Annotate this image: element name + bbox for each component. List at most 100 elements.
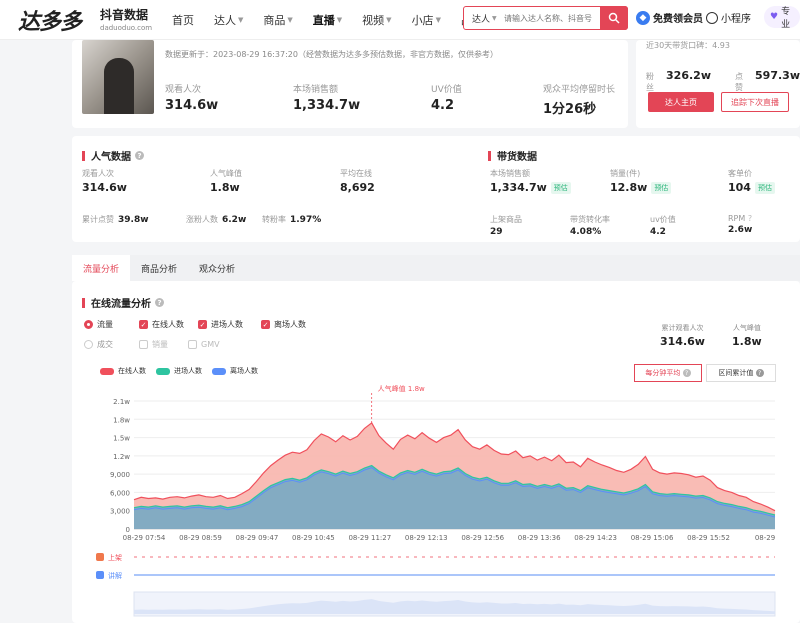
x-tick-label: 08-29 12:13	[405, 534, 448, 542]
x-tick-label: 08-29 08:59	[179, 534, 222, 542]
estimate-tag: 预估	[754, 181, 775, 194]
x-tick-label: 08-29 10:45	[292, 534, 335, 542]
help-icon: ?	[682, 369, 691, 377]
estimate-tag: 预估	[651, 181, 672, 194]
search-input[interactable]	[504, 8, 599, 28]
exit-line	[133, 467, 776, 518]
popularity-title: 人气数据?	[82, 148, 144, 163]
nav-item-1[interactable]: 达人 ▼	[214, 12, 243, 28]
y-tick-label: 0	[126, 526, 130, 534]
streamer-home-button[interactable]: 达人主页	[648, 92, 714, 112]
stats-card: 人气数据? 观看人次 314.6w 人气峰值 1.8w 平均在线 8,692 累计点赞…	[72, 136, 800, 242]
avg-per-minute-button[interactable]: 每分钟平均 ?	[634, 364, 702, 382]
sales-amount: 本场销售额 1,334.7w 预估	[490, 168, 571, 194]
logo[interactable]: 达多多 抖音数据 daduoduo.com	[14, 2, 164, 38]
mini-program-icon	[706, 11, 718, 24]
flow-title: 在线流量分析?	[82, 295, 164, 310]
top-nav: 达多多 抖音数据 daduoduo.com 首页达人▼商品▼直播▼视频▼小店▼品…	[0, 0, 800, 40]
help-icon[interactable]: ?	[748, 214, 752, 223]
sales-rpm: RPM ? 2.6w	[728, 214, 753, 235]
explain-label: 讲解	[108, 571, 122, 580]
help-icon: ?	[755, 369, 764, 377]
free-vip-link[interactable]: ◆ 免费领会员	[636, 10, 703, 25]
logo-text: 达多多	[18, 10, 82, 35]
nav-item-2[interactable]: 商品 ▼	[263, 12, 292, 28]
pop-fan-rate: 转粉率 1.97%	[262, 215, 322, 225]
tab-audience[interactable]: 观众分析	[188, 255, 246, 281]
x-tick-label: 08-29 09:47	[236, 534, 279, 542]
checkbox-online[interactable]: ✓	[139, 320, 148, 329]
search-category-select[interactable]: 达人 ▼	[464, 12, 504, 25]
pop-views: 观看人次 314.6w	[82, 169, 127, 194]
x-tick-label: 08-29	[755, 534, 775, 542]
nav-item-0[interactable]: 首页	[172, 12, 194, 28]
entry-line	[133, 464, 776, 516]
streamer-stats: 粉丝 326.2w 点赞 597.3w	[646, 69, 800, 92]
legend-swatch-entry	[156, 367, 170, 375]
search-button[interactable]	[600, 6, 628, 30]
live-cover-image	[82, 40, 154, 114]
analysis-tabs: 流量分析 商品分析 观众分析	[72, 255, 800, 281]
checkbox-entry[interactable]: ✓	[198, 320, 207, 329]
peak-label: 人气峰值 1.8w	[378, 384, 425, 393]
sales-volume: 销量(件) 12.8w 预估	[610, 168, 672, 194]
sales-conversion: 带货转化率 4.08%	[570, 215, 610, 237]
checkbox-gmv[interactable]	[188, 340, 197, 349]
track-next-live-button[interactable]: 追踪下次直播	[721, 92, 789, 112]
x-tick-label: 08-29 11:27	[348, 534, 391, 542]
metric-sales: 本场销售额 1,334.7w	[293, 85, 361, 113]
pop-likes: 累计点赞 39.8w	[82, 215, 149, 225]
y-tick-label: 2.1w	[113, 398, 130, 406]
metric-views: 观看人次 314.6w	[165, 85, 219, 113]
chevron-down-icon: ▼	[238, 16, 244, 24]
range-total-button[interactable]: 区间累计值 ?	[706, 364, 776, 382]
nav-item-4[interactable]: 视频 ▼	[362, 12, 391, 28]
x-tick-label: 08-29 15:52	[687, 534, 730, 542]
search-box: 达人 ▼	[463, 6, 628, 30]
logo-subtitle: 抖音数据	[100, 8, 149, 22]
nav-item-5[interactable]: 小店 ▼	[412, 12, 441, 28]
up-icon	[96, 553, 104, 561]
sales-products: 上架商品 29	[490, 215, 522, 237]
traffic-chart-card: 在线流量分析? 流量 ✓ 在线人数 ✓ 进场人数 ✓ 离场人数 成交 销量 GMV 累…	[72, 281, 800, 623]
radio-deal[interactable]	[84, 340, 93, 349]
sales-uv: uv价值 4.2	[650, 215, 676, 237]
chevron-down-icon: ▼	[287, 16, 293, 24]
checkbox-exit[interactable]: ✓	[261, 320, 270, 329]
chart-legend: 在线人数 进场人数 离场人数	[100, 366, 258, 376]
search-icon	[608, 12, 620, 24]
range-slider	[133, 591, 776, 617]
checkbox-volume[interactable]	[139, 340, 148, 349]
entry-area	[134, 465, 775, 529]
filter-row-deal: 成交 销量 GMV	[84, 339, 220, 350]
x-tick-label: 08-29 15:06	[631, 534, 674, 542]
estimate-tag: 预估	[550, 181, 571, 194]
legend-swatch-online	[100, 367, 114, 375]
peak-metric: 人气峰值 1.8w	[732, 324, 762, 348]
vip-icon: ◆	[636, 10, 650, 25]
chevron-down-icon: ▼	[435, 16, 441, 24]
tab-traffic[interactable]: 流量分析	[72, 255, 130, 281]
x-tick-label: 08-29 12:56	[461, 534, 504, 542]
help-icon[interactable]: ?	[135, 151, 144, 160]
v-icon: ♥	[770, 12, 779, 22]
pro-button[interactable]: ♥ 专业	[764, 6, 800, 30]
pop-avg-online: 平均在线 8,692	[340, 169, 375, 194]
chevron-down-icon: ▼	[386, 16, 392, 24]
mini-program-link[interactable]: 小程序	[706, 10, 751, 25]
radio-traffic[interactable]	[84, 320, 93, 329]
metric-avg-stay: 观众平均停留时长 1分26秒	[543, 85, 616, 117]
sales-title: 带货数据	[488, 148, 537, 163]
help-icon[interactable]: ?	[155, 298, 164, 307]
y-tick-label: 1.2w	[113, 453, 130, 461]
y-tick-label: 6,000	[110, 489, 130, 497]
online-area	[134, 422, 775, 529]
online-line	[133, 422, 776, 512]
streamer-card: 近30天带货口碑：4.93 粉丝 326.2w 点赞 597.3w 达人主页 追踪下…	[636, 40, 800, 128]
nav-item-3[interactable]: 直播 ▼	[313, 12, 342, 28]
metric-uv: UV价值 4.2	[431, 85, 462, 113]
pop-new-fans: 涨粉人数 6.2w	[186, 215, 247, 225]
filter-row-traffic: 流量 ✓ 在线人数 ✓ 进场人数 ✓ 离场人数	[84, 319, 306, 330]
tab-products[interactable]: 商品分析	[130, 255, 188, 281]
update-time: 数据更新于：2023-08-29 16:37:20（经营数据为达多多预估数据，非…	[165, 50, 498, 59]
